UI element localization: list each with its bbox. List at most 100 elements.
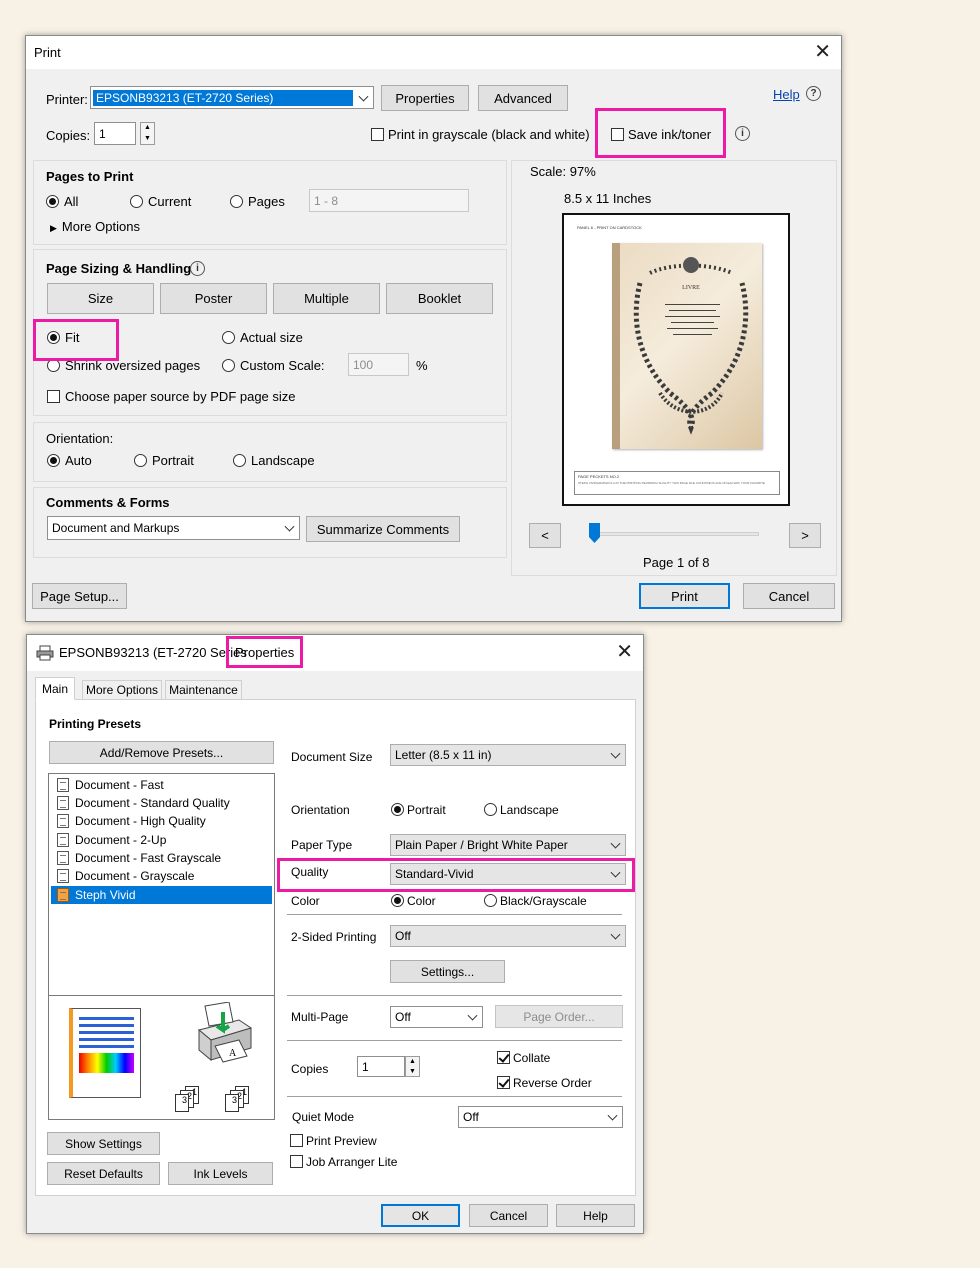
job-arranger-checkbox[interactable] xyxy=(290,1155,303,1168)
landscape-radio[interactable] xyxy=(484,803,497,816)
comments-select[interactable]: Document and Markups xyxy=(47,516,300,540)
list-item[interactable]: Document - 2-Up xyxy=(51,831,272,849)
quiet-mode-select[interactable]: Off xyxy=(458,1106,623,1128)
multipage-select[interactable]: Off xyxy=(390,1006,483,1028)
paper-source-checkbox[interactable] xyxy=(47,390,60,403)
document-size-select[interactable]: Letter (8.5 x 11 in) xyxy=(390,744,626,766)
settings-button[interactable]: Settings... xyxy=(390,960,505,983)
document-icon xyxy=(57,778,69,792)
list-item[interactable]: Steph Vivid xyxy=(51,886,272,904)
advanced-button[interactable]: Advanced xyxy=(478,85,568,111)
pages-range-input[interactable]: 1 - 8 xyxy=(309,189,469,212)
properties-button[interactable]: Properties xyxy=(381,85,469,111)
copies-input[interactable]: 1 xyxy=(94,122,136,145)
portrait-radio[interactable] xyxy=(134,454,147,467)
auto-radio[interactable] xyxy=(47,454,60,467)
paper-size-label: 8.5 x 11 Inches xyxy=(564,191,652,206)
tab-more-options[interactable]: More Options xyxy=(82,680,162,700)
preview-card-title: LIVRE xyxy=(682,285,700,291)
cancel-button[interactable]: Cancel xyxy=(743,583,835,609)
printer-select[interactable]: EPSONB93213 (ET-2720 Series) xyxy=(90,86,374,109)
actual-size-radio[interactable] xyxy=(222,331,235,344)
reset-defaults-button[interactable]: Reset Defaults xyxy=(47,1162,160,1185)
copies-input[interactable]: 1 xyxy=(357,1056,405,1077)
print-dialog-title: Print xyxy=(34,45,61,60)
chevron-down-icon xyxy=(467,1010,478,1021)
tab-maintenance[interactable]: Maintenance xyxy=(165,680,242,700)
pages-radio[interactable] xyxy=(230,195,243,208)
current-radio[interactable] xyxy=(130,195,143,208)
size-button[interactable]: Size xyxy=(47,283,154,314)
ink-levels-button[interactable]: Ink Levels xyxy=(168,1162,273,1185)
help-link[interactable]: Help xyxy=(773,87,800,102)
color-option-label: Color xyxy=(407,894,436,908)
document-icon xyxy=(57,869,69,883)
two-sided-select[interactable]: Off xyxy=(390,925,626,947)
next-page-button[interactable]: > xyxy=(789,523,821,548)
booklet-button[interactable]: Booklet xyxy=(386,283,493,314)
portrait-radio[interactable] xyxy=(391,803,404,816)
color-radio[interactable] xyxy=(391,894,404,907)
pages-to-print-heading: Pages to Print xyxy=(46,169,134,184)
more-options-toggle[interactable]: ▶ More Options xyxy=(50,219,140,234)
help-button[interactable]: Help xyxy=(556,1204,635,1227)
chevron-down-icon xyxy=(610,748,621,759)
page-order-button[interactable]: Page Order... xyxy=(495,1005,623,1028)
list-item[interactable]: Document - High Quality xyxy=(51,812,272,830)
quality-highlight xyxy=(277,858,635,892)
orientation-label: Orientation xyxy=(291,803,350,817)
printing-presets-heading: Printing Presets xyxy=(49,717,142,731)
page-sizing-heading: Page Sizing & Handling xyxy=(46,261,192,276)
auto-label: Auto xyxy=(65,453,92,468)
landscape-radio[interactable] xyxy=(233,454,246,467)
multipage-value: Off xyxy=(395,1010,411,1024)
tab-main[interactable]: Main xyxy=(35,677,75,700)
page-slider-track[interactable] xyxy=(589,532,759,536)
floral-wreath-icon xyxy=(633,257,749,435)
current-label: Current xyxy=(148,194,192,209)
custom-scale-radio[interactable] xyxy=(222,359,235,372)
print-preview-checkbox[interactable] xyxy=(290,1134,303,1147)
summarize-comments-button[interactable]: Summarize Comments xyxy=(306,516,460,542)
copy-sheet-3: 3 xyxy=(225,1094,239,1112)
add-remove-presets-button[interactable]: Add/Remove Presets... xyxy=(49,741,274,764)
black-grayscale-radio[interactable] xyxy=(484,894,497,907)
close-icon[interactable]: ✕ xyxy=(616,642,633,662)
paper-type-select[interactable]: Plain Paper / Bright White Paper xyxy=(390,834,626,856)
list-item[interactable]: Document - Fast xyxy=(51,776,272,794)
multiple-button[interactable]: Multiple xyxy=(273,283,380,314)
print-button[interactable]: Print xyxy=(639,583,730,609)
help-question-icon[interactable]: ? xyxy=(806,86,821,101)
list-item[interactable]: Document - Standard Quality xyxy=(51,794,272,812)
info-icon[interactable]: i xyxy=(735,126,750,141)
document-icon xyxy=(57,796,69,810)
list-item[interactable]: Document - Grayscale xyxy=(51,867,272,885)
all-radio[interactable] xyxy=(46,195,59,208)
preview-footer-text: STEPH VIVIDGRAPHICS CAT THE PRINTING PEO… xyxy=(578,481,765,485)
triangle-right-icon: ▶ xyxy=(50,223,57,233)
info-icon[interactable]: i xyxy=(190,261,205,276)
copies-stepper[interactable]: ▲ ▼ xyxy=(140,122,155,145)
copies-stepper[interactable]: ▲ ▼ xyxy=(405,1056,420,1077)
show-settings-button[interactable]: Show Settings xyxy=(47,1132,160,1155)
preset-label: Document - Grayscale xyxy=(75,869,195,883)
page-setup-button[interactable]: Page Setup... xyxy=(32,583,127,609)
chevron-down-icon xyxy=(607,1110,618,1121)
page-slider-thumb[interactable] xyxy=(589,523,600,543)
preset-label: Document - High Quality xyxy=(75,814,206,828)
custom-scale-input[interactable]: 100 xyxy=(348,353,409,376)
save-ink-highlight xyxy=(595,108,726,158)
close-icon[interactable]: ✕ xyxy=(814,42,831,62)
ok-button[interactable]: OK xyxy=(381,1204,460,1227)
poster-button[interactable]: Poster xyxy=(160,283,267,314)
reverse-order-checkbox[interactable] xyxy=(497,1076,510,1089)
cancel-button[interactable]: Cancel xyxy=(469,1204,548,1227)
previous-page-button[interactable]: < xyxy=(529,523,561,548)
print-dialog: Print ✕ Printer: EPSONB93213 (ET-2720 Se… xyxy=(25,35,842,622)
grayscale-checkbox[interactable] xyxy=(371,128,384,141)
landscape-label: Landscape xyxy=(500,803,559,817)
list-item[interactable]: Document - Fast Grayscale xyxy=(51,849,272,867)
document-size-label: Document Size xyxy=(291,750,373,764)
collate-checkbox[interactable] xyxy=(497,1051,510,1064)
printer-icon xyxy=(36,645,54,661)
